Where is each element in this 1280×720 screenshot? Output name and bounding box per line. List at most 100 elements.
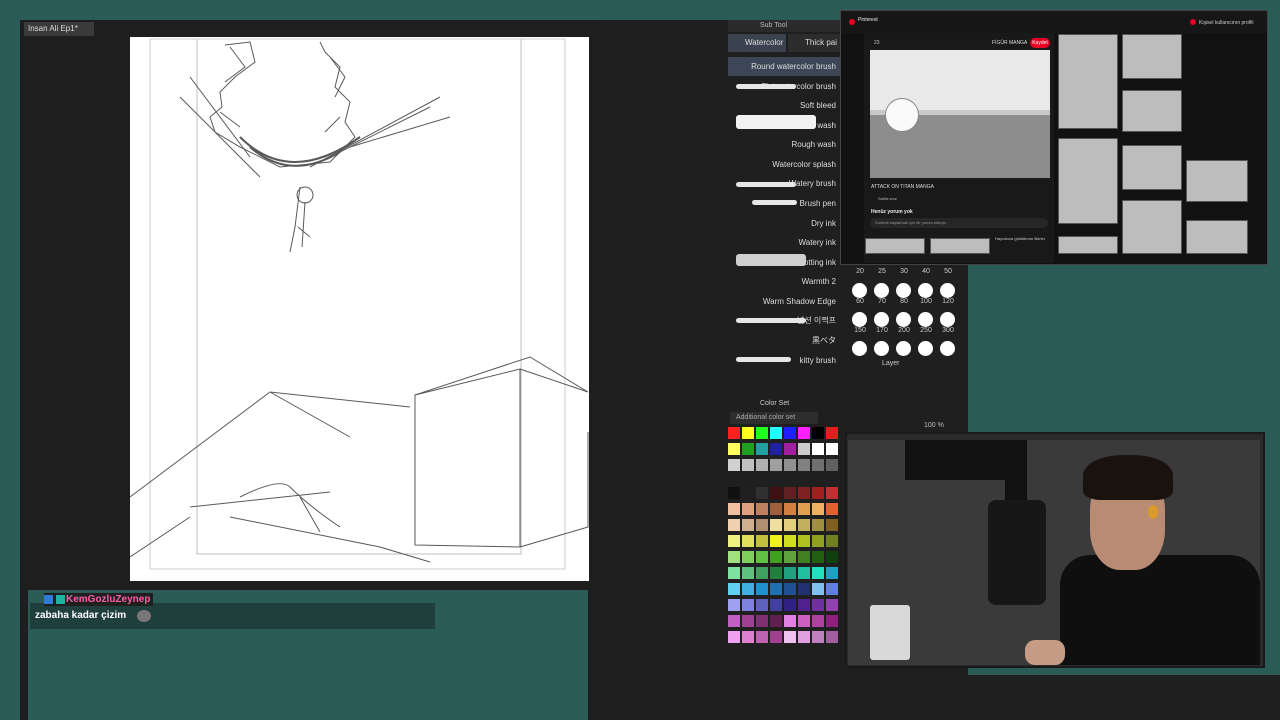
color-swatch[interactable] (756, 599, 768, 611)
color-swatch[interactable] (798, 459, 810, 471)
color-swatch[interactable] (756, 519, 768, 531)
color-swatch[interactable] (728, 503, 740, 515)
color-swatch[interactable] (812, 583, 824, 595)
size-option[interactable] (940, 312, 955, 327)
size-option[interactable] (918, 283, 933, 298)
color-swatch[interactable] (784, 599, 796, 611)
tab-watercolor[interactable]: Watercolor (728, 34, 786, 52)
color-swatch[interactable] (770, 615, 782, 627)
color-swatch[interactable] (784, 631, 796, 643)
color-swatch[interactable] (728, 443, 740, 455)
color-swatch[interactable] (742, 599, 754, 611)
color-swatch[interactable] (784, 567, 796, 579)
color-swatch[interactable] (798, 599, 810, 611)
color-swatch[interactable] (728, 427, 740, 439)
color-swatch[interactable] (826, 631, 838, 643)
color-swatch[interactable] (728, 615, 740, 627)
color-swatch[interactable] (812, 615, 824, 627)
color-swatch[interactable] (798, 519, 810, 531)
drawing-canvas[interactable] (130, 37, 589, 581)
color-swatch[interactable] (826, 535, 838, 547)
pin-thumbnail[interactable] (1186, 160, 1248, 202)
color-swatch[interactable] (770, 567, 782, 579)
color-swatch[interactable] (742, 535, 754, 547)
pin-thumbnail[interactable] (1186, 220, 1248, 254)
color-swatch[interactable] (742, 631, 754, 643)
color-swatch[interactable] (728, 631, 740, 643)
color-swatch[interactable] (812, 567, 824, 579)
color-swatch[interactable] (826, 567, 838, 579)
color-swatch[interactable] (784, 583, 796, 595)
color-swatch[interactable] (812, 459, 824, 471)
color-swatch[interactable] (826, 519, 838, 531)
color-swatch[interactable] (756, 487, 768, 499)
color-swatch[interactable] (826, 599, 838, 611)
color-swatch[interactable] (756, 443, 768, 455)
color-swatch[interactable] (770, 427, 782, 439)
size-option[interactable] (852, 283, 867, 298)
color-swatch[interactable] (770, 443, 782, 455)
pin-thumbnail[interactable] (1122, 145, 1182, 190)
size-option[interactable] (940, 283, 955, 298)
color-swatch[interactable] (756, 631, 768, 643)
color-swatch[interactable] (798, 583, 810, 595)
color-swatch[interactable] (826, 615, 838, 627)
size-option[interactable] (896, 312, 911, 327)
comment-input[interactable]: Sohbeti başlatmak için bir yorum ekleyin (870, 218, 1048, 228)
color-swatch[interactable] (798, 503, 810, 515)
color-swatch[interactable] (812, 503, 824, 515)
color-swatch[interactable] (742, 487, 754, 499)
color-swatch[interactable] (770, 459, 782, 471)
color-swatch[interactable] (756, 503, 768, 515)
color-swatch[interactable] (742, 443, 754, 455)
color-swatch[interactable] (770, 487, 782, 499)
color-swatch[interactable] (784, 519, 796, 531)
pin-thumbnail[interactable] (930, 238, 990, 254)
color-swatch[interactable] (784, 503, 796, 515)
color-swatch[interactable] (728, 519, 740, 531)
size-option[interactable] (874, 341, 889, 356)
color-swatch[interactable] (756, 459, 768, 471)
pin-like-count[interactable]: 23 (874, 40, 880, 46)
color-swatch[interactable] (798, 567, 810, 579)
pin-thumbnail[interactable] (1058, 34, 1118, 129)
pin-thumbnail[interactable] (1122, 90, 1182, 132)
color-swatch[interactable] (812, 519, 824, 531)
brush-item[interactable]: Round watercolor brush (728, 57, 840, 76)
color-swatch[interactable] (770, 551, 782, 563)
save-button[interactable]: Kaydet (1030, 38, 1050, 48)
pin-thumbnail[interactable] (1122, 34, 1182, 79)
color-swatch[interactable] (770, 599, 782, 611)
size-option[interactable] (852, 312, 867, 327)
color-swatch[interactable] (826, 443, 838, 455)
size-option[interactable] (852, 341, 867, 356)
pin-thumbnail[interactable] (865, 238, 925, 254)
color-swatch[interactable] (756, 535, 768, 547)
color-swatch[interactable] (798, 535, 810, 547)
color-swatch[interactable] (784, 535, 796, 547)
color-swatch[interactable] (784, 615, 796, 627)
color-swatch[interactable] (826, 487, 838, 499)
color-swatch[interactable] (728, 583, 740, 595)
pin-thumbnail[interactable] (1122, 200, 1182, 254)
brush-item[interactable]: Dry ink (728, 214, 840, 233)
color-swatch[interactable] (756, 427, 768, 439)
color-swatch[interactable] (812, 487, 824, 499)
color-swatch[interactable] (728, 459, 740, 471)
color-swatch[interactable] (784, 427, 796, 439)
color-swatch[interactable] (798, 615, 810, 627)
color-swatch[interactable] (770, 535, 782, 547)
brush-item[interactable]: Soft bleed (728, 96, 840, 115)
color-set-dropdown[interactable]: Additional color set (730, 412, 818, 424)
color-swatch[interactable] (742, 551, 754, 563)
color-swatch[interactable] (742, 503, 754, 515)
color-swatch[interactable] (742, 519, 754, 531)
brush-item[interactable]: Warm Shadow Edge (728, 292, 840, 311)
pin-author[interactable]: Sarita smz (878, 196, 897, 201)
color-swatch[interactable] (770, 631, 782, 643)
tab-thick-paint[interactable]: Thick pai (788, 34, 840, 52)
color-swatch[interactable] (728, 535, 740, 547)
color-swatch[interactable] (798, 631, 810, 643)
color-swatch[interactable] (784, 443, 796, 455)
size-option[interactable] (874, 312, 889, 327)
